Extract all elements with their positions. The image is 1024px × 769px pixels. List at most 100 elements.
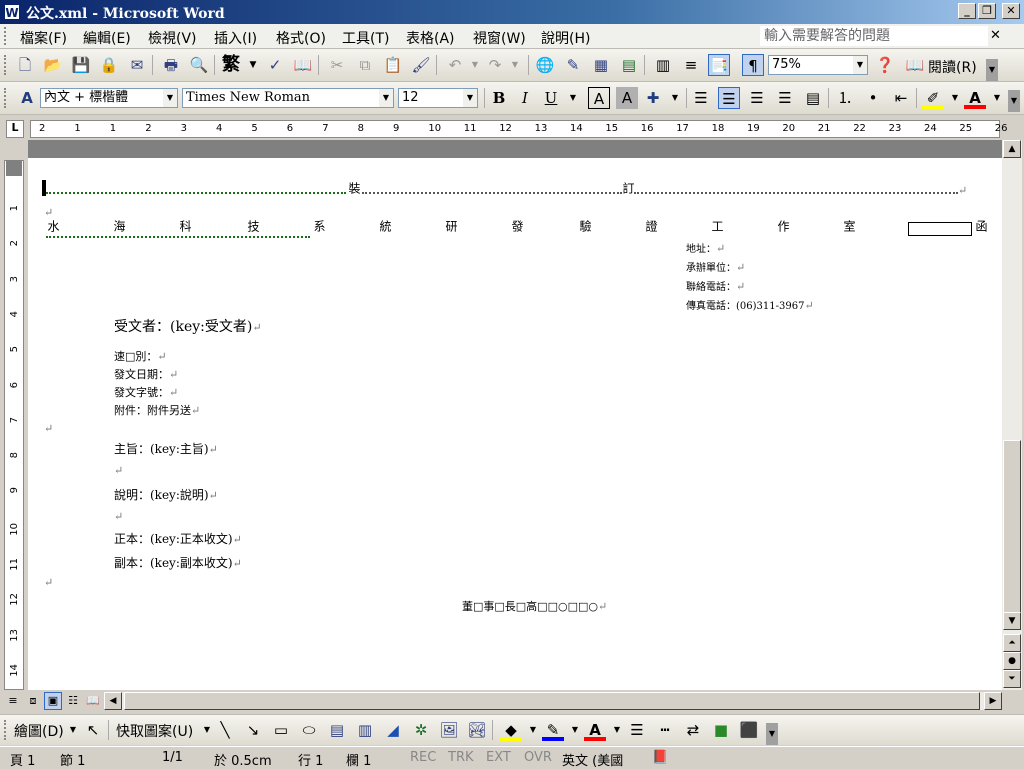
italic-button[interactable]: I xyxy=(514,87,536,109)
select-browse-object-button[interactable]: ● xyxy=(1003,652,1021,670)
font-size-dropdown-icon[interactable]: ▼ xyxy=(463,89,477,107)
reading-layout-icon[interactable]: 📖 xyxy=(84,692,102,710)
line-color-dropdown-icon[interactable]: ▼ xyxy=(564,719,586,741)
new-document-icon[interactable]: 🗋 xyxy=(14,54,36,76)
line-color-icon[interactable]: ✎ xyxy=(542,719,564,741)
drawing-font-color-dropdown-icon[interactable]: ▼ xyxy=(606,719,628,741)
rectangle-icon[interactable]: ▭ xyxy=(270,719,292,741)
decrease-indent-icon[interactable]: ⇤ xyxy=(890,87,912,109)
align-left-icon[interactable]: ☰ xyxy=(718,87,740,109)
cut-icon[interactable]: ✂ xyxy=(326,54,348,76)
normal-view-icon[interactable]: ≡ xyxy=(4,692,22,710)
underline-button[interactable]: U xyxy=(540,87,562,109)
menu-tools[interactable]: 工具(T) xyxy=(342,28,389,48)
align-right-icon[interactable]: ☰ xyxy=(774,87,796,109)
toolbar-grip[interactable] xyxy=(4,720,10,740)
scroll-down-button[interactable]: ▼ xyxy=(1003,612,1021,630)
font-dropdown-icon[interactable]: ▼ xyxy=(379,89,393,107)
highlight-dropdown-icon[interactable]: ▼ xyxy=(944,87,966,109)
text-box-icon[interactable]: ▤ xyxy=(326,719,348,741)
scroll-left-button[interactable]: ◀ xyxy=(104,692,122,710)
vertical-text-box-icon[interactable]: ▥ xyxy=(354,719,376,741)
underline-dropdown-icon[interactable]: ▼ xyxy=(562,87,584,109)
close-button[interactable]: ✕ xyxy=(1002,3,1020,19)
traditional-chinese-icon[interactable]: 繁 xyxy=(220,54,242,76)
arrow-style-icon[interactable]: ⇄ xyxy=(682,719,704,741)
print-preview-icon[interactable]: 🔍 xyxy=(188,54,210,76)
insert-picture-icon[interactable]: 🏞 xyxy=(466,719,488,741)
character-shading-button[interactable]: A xyxy=(616,87,638,109)
print-icon[interactable]: 🖶 xyxy=(160,54,182,76)
phonetic-guide-icon[interactable]: ✚ xyxy=(642,87,664,109)
align-center-icon[interactable]: ☰ xyxy=(746,87,768,109)
restore-button[interactable]: ❐ xyxy=(978,3,996,19)
undo-dropdown-icon[interactable]: ▼ xyxy=(464,54,486,76)
save-icon[interactable]: 💾 xyxy=(70,54,92,76)
fill-color-icon[interactable]: ◆ xyxy=(500,719,522,741)
bold-button[interactable]: B xyxy=(488,87,510,109)
shadow-style-icon[interactable]: ■ xyxy=(710,719,732,741)
select-objects-icon[interactable]: ↖ xyxy=(82,719,104,741)
font-size-combo[interactable]: 12 ▼ xyxy=(398,88,478,108)
document-map-icon[interactable]: 📑 xyxy=(708,54,730,76)
email-icon[interactable]: ✉ xyxy=(126,54,148,76)
fill-color-dropdown-icon[interactable]: ▼ xyxy=(522,719,544,741)
insert-excel-icon[interactable]: ▤ xyxy=(618,54,640,76)
menu-file[interactable]: 檔案(F) xyxy=(20,28,67,48)
dash-style-icon[interactable]: ┅ xyxy=(654,719,676,741)
scroll-right-button[interactable]: ▶ xyxy=(984,692,1002,710)
toolbar-grip[interactable] xyxy=(4,55,10,75)
draw-menu[interactable]: 繪圖(D) xyxy=(14,721,64,741)
spelling-status-icon[interactable]: 📕 xyxy=(652,750,668,765)
zoom-combo[interactable]: 75% ▼ xyxy=(768,55,868,75)
numbering-icon[interactable]: ⒈ xyxy=(834,87,856,109)
menu-table[interactable]: 表格(A) xyxy=(406,28,455,48)
research-icon[interactable]: 📖 xyxy=(292,54,314,76)
read-mode-label[interactable]: 閱讀(R) xyxy=(928,57,977,77)
arrow-icon[interactable]: ↘ xyxy=(242,719,264,741)
spelling-icon[interactable]: ✓ xyxy=(264,54,286,76)
scroll-thumb[interactable] xyxy=(1003,440,1021,616)
scroll-up-button[interactable]: ▲ xyxy=(1003,140,1021,158)
3d-style-icon[interactable]: ⬛ xyxy=(738,719,760,741)
autoshapes-menu[interactable]: 快取圖案(U) xyxy=(116,721,193,741)
read-mode-icon[interactable]: 📖 xyxy=(904,54,926,76)
phonetic-dropdown-icon[interactable]: ▼ xyxy=(664,87,686,109)
font-combo[interactable]: Times New Roman ▼ xyxy=(182,88,394,108)
justify-icon[interactable]: ☰ xyxy=(690,87,712,109)
vertical-ruler[interactable]: 1 2 3 4 5 6 7 8 9 10 11 12 13 14 xyxy=(4,160,24,690)
menu-view[interactable]: 檢視(V) xyxy=(148,28,197,48)
clip-art-icon[interactable]: 🖼 xyxy=(438,719,460,741)
undo-icon[interactable]: ↶ xyxy=(444,54,466,76)
status-ext[interactable]: EXT xyxy=(486,750,511,765)
traditional-dropdown-icon[interactable]: ▼ xyxy=(242,54,264,76)
insert-table-icon[interactable]: ▦ xyxy=(590,54,612,76)
previous-page-button[interactable]: ⏶ xyxy=(1003,634,1021,652)
menu-window[interactable]: 視窗(W) xyxy=(473,28,526,48)
columns-icon[interactable]: ▥ xyxy=(652,54,674,76)
toolbar-options-icon[interactable]: ▼ xyxy=(986,59,998,81)
line-style-icon[interactable]: ☰ xyxy=(626,719,648,741)
ruler-track[interactable]: 2 1 1 2 3 4 5 6 7 8 9 10 11 12 13 14 15 16 17 18 19 20 21 22 23 2… xyxy=(30,120,1008,138)
bullets-icon[interactable]: • xyxy=(862,87,884,109)
next-page-button[interactable]: ⏷ xyxy=(1003,670,1021,688)
drawing-icon[interactable]: ≡ xyxy=(680,54,702,76)
toolbar-options-icon[interactable]: ▼ xyxy=(766,723,778,745)
help-icon[interactable]: ❓ xyxy=(874,54,896,76)
character-border-button[interactable]: A xyxy=(588,87,610,109)
draw-dropdown-icon[interactable]: ▼ xyxy=(62,719,84,741)
diagram-icon[interactable]: ✲ xyxy=(410,719,432,741)
status-trk[interactable]: TRK xyxy=(448,750,474,765)
menu-grip[interactable] xyxy=(4,27,10,45)
tables-borders-icon[interactable]: ✎ xyxy=(562,54,584,76)
menu-help[interactable]: 說明(H) xyxy=(541,28,590,48)
document-page[interactable]: 裝 訂 ↵ ↵ 水 海 科 技 系 統 研 發 驗 證 工 作 室 函 地址：↵… xyxy=(28,140,1002,690)
distributed-icon[interactable]: ▤ xyxy=(802,87,824,109)
open-folder-icon[interactable]: 📂 xyxy=(42,54,64,76)
oval-icon[interactable]: ⬭ xyxy=(298,719,320,741)
word-app-icon[interactable]: W xyxy=(4,4,20,20)
toolbar-options-icon[interactable]: ▼ xyxy=(1008,90,1020,112)
minimize-button[interactable]: _ xyxy=(958,3,976,19)
print-layout-icon[interactable]: ▣ xyxy=(44,692,62,710)
close-document-icon[interactable]: ✕ xyxy=(990,28,1001,43)
